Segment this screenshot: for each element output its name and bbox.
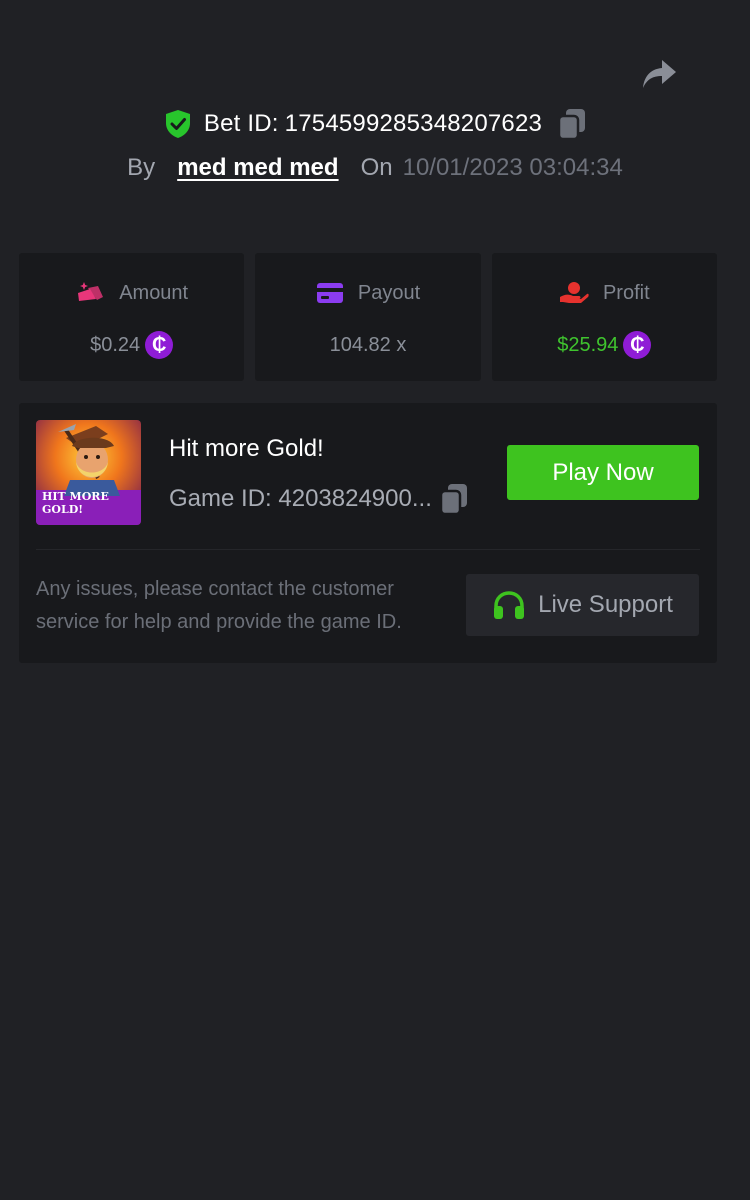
bet-stats: Amount $0.24 ₵ Payout 104.82 x Profit $2… (19, 253, 717, 381)
support-help-text: Any issues, please contact the customer … (36, 578, 402, 633)
share-icon (643, 60, 676, 88)
game-id: Game ID: 4203824900... (169, 483, 468, 515)
coin-icon: ₵ (623, 331, 652, 359)
payout-value: 104.82 x (329, 333, 407, 356)
username-link[interactable]: med med med (177, 154, 338, 182)
play-now-button[interactable]: Play Now (507, 445, 699, 500)
coin-icon: ₵ (145, 331, 174, 359)
on-label: On (360, 154, 393, 181)
divider (36, 549, 700, 550)
svg-text:GOLD!: GOLD! (42, 503, 83, 516)
game-id-label: Game ID: (169, 485, 272, 512)
live-support-label: Live Support (538, 591, 673, 618)
amount-label: Amount (119, 281, 189, 304)
bet-id-label: Bet ID: (203, 110, 279, 137)
bet-meta-row: By med med med On 10/01/2023 03:04:34 (0, 154, 750, 182)
verified-shield-icon (165, 110, 190, 138)
amount-value: $0.24 (90, 333, 141, 356)
live-support-button[interactable]: Live Support (466, 574, 699, 636)
bet-id-value: 1754599285348207623 (284, 110, 543, 137)
amount-card: Amount $0.24 ₵ (19, 253, 245, 381)
bet-id-row: Bet ID: 1754599285348207623 (0, 108, 750, 140)
share-button[interactable] (640, 56, 680, 92)
svg-text:HIT MORE: HIT MORE (42, 490, 109, 503)
by-label: By (127, 154, 156, 181)
game-thumbnail-image: HIT MORE GOLD! (36, 420, 141, 525)
game-thumbnail[interactable]: HIT MORE GOLD! (36, 420, 141, 525)
profit-label: Profit (602, 281, 650, 304)
copy-icon (439, 484, 467, 515)
game-title[interactable]: Hit more Gold! (169, 435, 324, 463)
hand-coin-icon (559, 282, 589, 303)
profit-value: $25.94 (557, 333, 619, 356)
headphones-icon (494, 591, 525, 619)
payout-card: Payout 104.82 x (255, 253, 481, 381)
card-icon (316, 283, 343, 303)
game-card: HIT MORE GOLD! Hit more Gold! Game ID: 4… (19, 403, 717, 663)
coins-icon (78, 282, 104, 301)
bet-datetime: 10/01/2023 03:04:34 (402, 154, 623, 181)
copy-icon (558, 109, 586, 140)
game-id-value: 4203824900... (278, 485, 432, 512)
payout-label: Payout (357, 281, 421, 304)
copy-game-id-button[interactable] (439, 483, 468, 515)
bet-id: Bet ID: 1754599285348207623 (204, 110, 542, 138)
copy-bet-id-button[interactable] (558, 108, 586, 140)
profit-card: Profit $25.94 ₵ (491, 253, 717, 381)
